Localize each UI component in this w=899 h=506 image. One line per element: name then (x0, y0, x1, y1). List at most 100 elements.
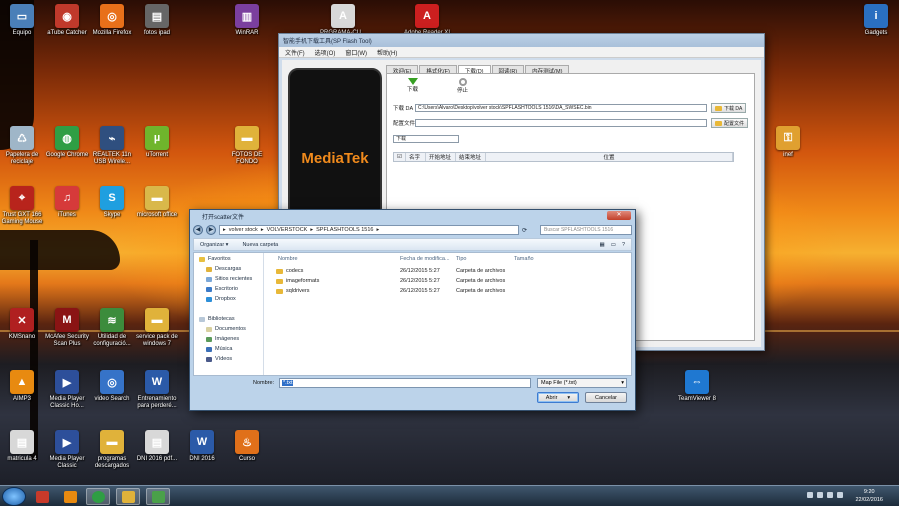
key-icon: ⚿ (776, 126, 800, 150)
refresh-icon[interactable]: ⟳ (522, 227, 527, 234)
open-button[interactable]: Abrir ▾ (537, 392, 579, 403)
grid-col-start: 开始地址 (426, 153, 456, 161)
office-folder-icon: ▬ (145, 186, 169, 210)
folder-icon (121, 490, 135, 503)
nav-desktop[interactable]: Escritorio (206, 286, 238, 292)
desktop-icon-item[interactable]: ▬ microsoft office (120, 186, 194, 219)
new-folder-button[interactable]: Nueva carpeta (242, 242, 278, 248)
desktop-icon-item[interactable]: ♨ Curso (210, 430, 284, 463)
stop-button[interactable]: 停止 (457, 78, 468, 94)
da-path-field[interactable]: C:\Users\Alvaro\Desktop\volver stock\SPF… (415, 104, 707, 112)
palm-silhouette (0, 230, 120, 270)
col-name[interactable]: Nombre (278, 256, 298, 262)
desktop-icon-item[interactable]: i Gadgets (839, 4, 899, 37)
col-size[interactable]: Tamaño (514, 256, 534, 262)
dialog-titlebar[interactable]: 打开scatter文件 ✕ (190, 210, 635, 222)
desktop-icon-item[interactable]: ▥ WinRAR (210, 4, 284, 37)
desktop-icon-item[interactable]: ▬ service pack de windows 7 (120, 308, 194, 348)
breadcrumb-volverstock[interactable]: VOLVERSTOCK (267, 227, 308, 233)
menu-window[interactable]: 窗口(W) (345, 48, 367, 57)
file-type-filter[interactable]: Map File (*.txt) ▾ (537, 378, 627, 388)
address-bar[interactable]: ▸ volver stock ▸ VOLVERSTOCK ▸ SPFLASHTO… (219, 225, 519, 235)
nav-videos[interactable]: Vídeos (206, 356, 232, 362)
taskbar-chrome[interactable] (86, 488, 110, 505)
grid-col-location: 位置 (486, 153, 733, 161)
nav-recent-places[interactable]: Sitios recientes (206, 276, 252, 282)
file-row[interactable]: codecs 26/12/2015 5:27 Carpeta de archiv… (276, 267, 631, 276)
desktop-icon-item[interactable]: ▬ FOTOS DE FONDO (210, 126, 284, 166)
breadcrumb-volver-stock[interactable]: volver stock (229, 227, 258, 233)
taskbar-explorer[interactable] (116, 488, 140, 505)
download-da-button[interactable]: 下载 DA (711, 103, 747, 113)
back-button[interactable]: ◀ (193, 225, 203, 235)
desktop-icon-item[interactable]: ▤ fotos ipad (120, 4, 194, 37)
nav-music[interactable]: Música (206, 346, 232, 352)
file-row[interactable]: sqldrivers 26/12/2015 5:27 Carpeta de ar… (276, 287, 631, 296)
desktop-icon-label: microsoft office (136, 212, 178, 218)
menu-file[interactable]: 文件(F) (285, 48, 305, 57)
menu-help[interactable]: 帮助(H) (377, 48, 397, 57)
file-row[interactable]: imageformats 26/12/2015 5:27 Carpeta de … (276, 277, 631, 286)
open-file-dialog[interactable]: 打开scatter文件 ✕ ◀ ▶ ▸ volver stock ▸ VOLVE… (189, 209, 636, 411)
desktop-icon-item[interactable]: µ uTorrent (120, 126, 194, 159)
start-button[interactable] (2, 487, 26, 506)
preview-pane-icon[interactable]: ▭ (611, 242, 616, 248)
documents-icon (206, 326, 212, 332)
folder-icon: ▬ (235, 126, 259, 150)
organize-button[interactable]: Organizar ▾ (200, 242, 228, 248)
desktop-icon-label: TeamViewer 8 (678, 396, 716, 402)
tray-icon[interactable] (807, 492, 813, 498)
forward-button[interactable]: ▶ (206, 225, 216, 235)
clock-date: 22/02/2016 (855, 497, 883, 503)
dialog-content: Favoritos Descargas Sitios recientes Esc… (193, 252, 632, 376)
stop-icon (458, 78, 467, 86)
tray-icon[interactable] (827, 492, 833, 498)
service-pack-folder-icon: ▬ (145, 308, 169, 332)
filename-label: Nombre: (253, 380, 275, 386)
cancel-button[interactable]: Cancelar (585, 392, 627, 403)
filter-value: Map File (*.txt) (541, 380, 577, 386)
desktop-icon-label: WinRAR (235, 30, 259, 36)
taskbar-flash-tool[interactable] (146, 488, 170, 505)
flash-tool-titlebar[interactable]: 智能手机下载工具(SP Flash Tool) (279, 34, 764, 47)
favorites-header[interactable]: Favoritos (199, 256, 231, 262)
menu-options[interactable]: 选项(O) (315, 48, 336, 57)
desktop-icon-item[interactable]: W Entrenamiento para perderé... (120, 370, 194, 410)
flame-icon: ♨ (235, 430, 259, 454)
file-name: sqldrivers (286, 288, 310, 294)
libraries-header[interactable]: Bibliotecas (199, 316, 235, 322)
nav-downloads[interactable]: Descargas (206, 266, 241, 272)
nav-dropbox[interactable]: Dropbox (206, 296, 236, 302)
dialog-nav-row: ◀ ▶ ▸ volver stock ▸ VOLVERSTOCK ▸ SPFLA… (193, 224, 632, 236)
clock[interactable]: 9:20 22/02/2016 (855, 488, 883, 504)
star-icon (199, 256, 205, 262)
grid-checkbox-col[interactable]: ☑ (394, 153, 406, 161)
clock-time: 9:20 (863, 489, 875, 495)
volume-icon[interactable] (837, 492, 843, 498)
download-button[interactable]: 下载 (407, 78, 418, 93)
nav-pictures[interactable]: Imágenes (206, 336, 239, 342)
breadcrumb-spflashtools[interactable]: SPFLASHTOOLS 1516 (316, 227, 373, 233)
dialog-close-button[interactable]: ✕ (607, 211, 631, 220)
search-input[interactable]: Buscar SPFLASHTOOLS 1516 (540, 225, 632, 235)
mode-select[interactable]: 下载 (393, 135, 459, 143)
tray-icon[interactable] (817, 492, 823, 498)
file-name: imageformats (286, 278, 320, 284)
col-date[interactable]: Fecha de modifica... (400, 256, 450, 262)
scatter-path-select[interactable] (415, 119, 707, 127)
recent-places-icon (206, 276, 212, 282)
scatter-file-button[interactable]: 配置文件 (711, 118, 749, 128)
chevron-down-icon: ▾ (567, 394, 571, 401)
file-date: 26/12/2015 5:27 (400, 288, 440, 294)
help-icon[interactable]: ? (622, 242, 625, 248)
view-options-icon[interactable]: ▦ (600, 242, 605, 248)
taskbar-aimp[interactable] (58, 488, 82, 505)
filename-row: Nombre: *.txt Map File (*.txt) ▾ Abrir ▾… (193, 378, 632, 408)
pictures-icon (206, 336, 212, 342)
col-type[interactable]: Tipo (456, 256, 467, 262)
nav-documents[interactable]: Documentos (206, 326, 246, 332)
desktop-icon-label: Entrenamiento para perderé... (137, 396, 177, 409)
filename-input[interactable]: *.txt (279, 378, 531, 388)
taskbar-app-1[interactable] (30, 488, 54, 505)
desktop-icon-item[interactable]: ⇔ TeamViewer 8 (660, 370, 734, 403)
